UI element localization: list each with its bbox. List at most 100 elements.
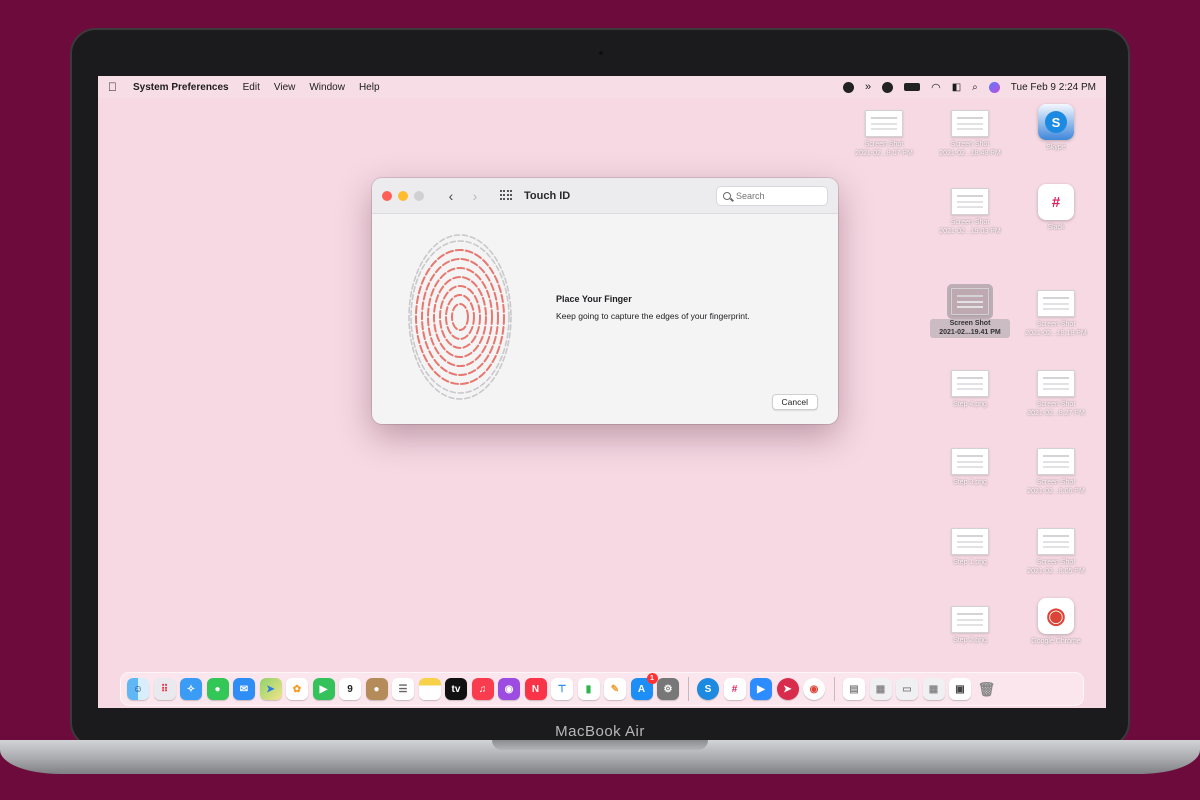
dock: ☺ ⠿ ✧ ● ✉ ➤ ✿ ▶ 9 ● ☰ tv ♫ ◉ N ⊤ ▮ ✎ A1 … bbox=[120, 672, 1084, 706]
zoom-icon[interactable]: ▶ bbox=[750, 678, 772, 700]
trash-icon[interactable]: 🗑 bbox=[976, 678, 998, 700]
notes-icon[interactable] bbox=[418, 678, 441, 700]
desktop-file-screenshot[interactable]: Screen Shot 2021-02...8.07 PM bbox=[844, 110, 924, 158]
show-all-grid-icon[interactable] bbox=[500, 189, 512, 202]
airmail-icon[interactable]: ➤ bbox=[776, 678, 799, 700]
battery-icon[interactable] bbox=[904, 83, 921, 91]
desktop-file-screenshot[interactable]: Screen Shot 2021-02...8.27 PM bbox=[1016, 370, 1096, 418]
calendar-icon[interactable]: 9 bbox=[339, 678, 361, 700]
file-thumbnail bbox=[951, 188, 989, 215]
zoom-button[interactable] bbox=[414, 190, 424, 201]
system-preferences-icon[interactable]: ⚙ bbox=[657, 678, 679, 700]
mail-icon[interactable]: ✉ bbox=[233, 678, 255, 700]
maps-icon[interactable]: ➤ bbox=[259, 678, 282, 700]
file-label: Skype bbox=[1046, 144, 1066, 151]
desktop-file-step[interactable]: Step 4.png bbox=[930, 370, 1010, 410]
desktop-file-step[interactable]: Step 3.png bbox=[930, 448, 1010, 488]
keynote-icon[interactable]: ⊤ bbox=[551, 678, 573, 700]
downloads-stack-icon[interactable]: ▤ bbox=[843, 678, 865, 700]
file-thumbnail bbox=[951, 528, 989, 555]
file-thumbnail bbox=[951, 448, 989, 475]
desktop-app-chrome[interactable]: ◉ Google Chrome bbox=[1016, 598, 1096, 647]
file-thumbnail bbox=[951, 606, 989, 633]
chrome-dock-icon[interactable]: ◉ bbox=[803, 678, 825, 700]
file-stack-icon[interactable]: ▦ bbox=[922, 678, 945, 700]
wifi-icon[interactable]: ◠ bbox=[931, 81, 941, 94]
menu-edit[interactable]: Edit bbox=[243, 82, 260, 93]
photos-icon[interactable]: ✿ bbox=[286, 678, 308, 700]
tv-icon[interactable]: tv bbox=[445, 678, 467, 700]
file-thumbnail bbox=[1037, 370, 1075, 397]
reminders-icon[interactable]: ☰ bbox=[392, 678, 414, 700]
file-label: Google Chrome bbox=[1031, 638, 1081, 645]
desktop-app-slack[interactable]: # Slack bbox=[1016, 184, 1096, 233]
search-input[interactable] bbox=[736, 190, 816, 201]
menu-system-preferences[interactable]: System Preferences bbox=[133, 82, 229, 93]
camera-icon bbox=[598, 50, 604, 56]
desktop-app-skype[interactable]: S Skype bbox=[1016, 104, 1096, 153]
desktop-file-screenshot[interactable]: Screen Shot 2021-02...18.48 PM bbox=[930, 110, 1010, 158]
messages-icon[interactable]: ● bbox=[206, 678, 229, 700]
menu-bar:  System Preferences Edit View Window He… bbox=[98, 76, 1106, 98]
pages-icon[interactable]: ✎ bbox=[604, 678, 626, 700]
finder-icon[interactable]: ☺ bbox=[127, 678, 149, 700]
facetime-icon[interactable]: ▶ bbox=[312, 678, 335, 700]
cancel-button[interactable]: Cancel bbox=[771, 394, 818, 410]
siri-icon[interactable] bbox=[988, 81, 1000, 93]
window-titlebar: ‹ › Touch ID bbox=[372, 178, 838, 214]
desktop-file-screenshot[interactable]: Screen Shot 2021-02...8.05 PM bbox=[1016, 528, 1096, 576]
forward-status-icon[interactable]: » bbox=[865, 81, 871, 93]
desktop-file-screenshot[interactable]: Screen Shot 2021-02...18.18 PM bbox=[1016, 290, 1096, 338]
screenshot-stack-icon[interactable]: ▭ bbox=[896, 678, 918, 700]
controls-icon[interactable]: ◧ bbox=[952, 82, 961, 93]
shield-status-icon[interactable] bbox=[882, 81, 894, 93]
fingerprint-icon bbox=[408, 234, 512, 400]
desktop-file-step[interactable]: Step 1.png bbox=[930, 528, 1010, 568]
desktop-file-screenshot-selected[interactable]: Screen Shot 2021-02...19.41 PM bbox=[930, 284, 1010, 338]
file-thumbnail bbox=[1037, 528, 1075, 555]
menu-help[interactable]: Help bbox=[359, 82, 380, 93]
laptop-lid:  System Preferences Edit View Window He… bbox=[70, 28, 1130, 748]
menu-window[interactable]: Window bbox=[309, 82, 345, 93]
message-body: Keep going to capture the edges of your … bbox=[556, 311, 750, 321]
safari-icon[interactable]: ✧ bbox=[180, 678, 202, 700]
chrome-icon: ◉ bbox=[1038, 598, 1074, 634]
file-thumbnail bbox=[951, 370, 989, 397]
file-thumbnail bbox=[1037, 290, 1075, 317]
slack-icon: # bbox=[1038, 184, 1074, 220]
podcasts-icon[interactable]: ◉ bbox=[498, 678, 520, 700]
apple-menu-icon[interactable]:  bbox=[108, 80, 117, 94]
desktop-file-screenshot[interactable]: Screen Shot 2021-02...8.06 PM bbox=[1016, 448, 1096, 496]
app-store-icon[interactable]: A1 bbox=[630, 673, 658, 700]
image-stack-icon[interactable]: ▣ bbox=[949, 678, 971, 700]
file-label: Screen Shot 2021-02...18.48 PM bbox=[939, 141, 1001, 157]
file-label: Step 3.png bbox=[953, 479, 987, 486]
document-stack-icon[interactable]: ▦ bbox=[869, 678, 892, 700]
contacts-icon[interactable]: ● bbox=[365, 678, 388, 700]
menu-view[interactable]: View bbox=[274, 82, 296, 93]
slack-dock-icon[interactable]: # bbox=[723, 678, 746, 700]
forward-button[interactable]: › bbox=[468, 188, 482, 204]
status-area: » ◠ ◧ ⌕ Tue Feb 9 2:24 PM bbox=[842, 81, 1096, 94]
file-thumbnail bbox=[865, 110, 903, 137]
file-thumbnail bbox=[947, 284, 993, 319]
close-button[interactable] bbox=[382, 190, 392, 201]
file-thumbnail bbox=[1037, 448, 1075, 475]
camera-status-icon[interactable] bbox=[842, 81, 854, 93]
numbers-icon[interactable]: ▮ bbox=[577, 678, 600, 700]
file-label: Screen Shot 2021-02...8.06 PM bbox=[1027, 479, 1085, 495]
skype-dock-icon[interactable]: S bbox=[697, 678, 719, 700]
back-button[interactable]: ‹ bbox=[444, 188, 458, 204]
file-label: Slack bbox=[1047, 224, 1065, 231]
search-field[interactable] bbox=[716, 185, 828, 206]
minimize-button[interactable] bbox=[398, 190, 408, 201]
desktop-screen:  System Preferences Edit View Window He… bbox=[98, 76, 1106, 708]
desktop-file-step[interactable]: Step 2.png bbox=[930, 606, 1010, 646]
news-icon[interactable]: N bbox=[524, 678, 547, 700]
touch-id-window: ‹ › Touch ID Search Place Your Finger Ke… bbox=[372, 178, 838, 424]
menu-clock[interactable]: Tue Feb 9 2:24 PM bbox=[1011, 82, 1096, 93]
launchpad-icon[interactable]: ⠿ bbox=[153, 678, 176, 700]
music-icon[interactable]: ♫ bbox=[471, 678, 494, 700]
desktop-file-screenshot[interactable]: Screen Shot 2021-02...19.03 PM bbox=[930, 188, 1010, 236]
spotlight-icon[interactable]: ⌕ bbox=[972, 82, 978, 93]
